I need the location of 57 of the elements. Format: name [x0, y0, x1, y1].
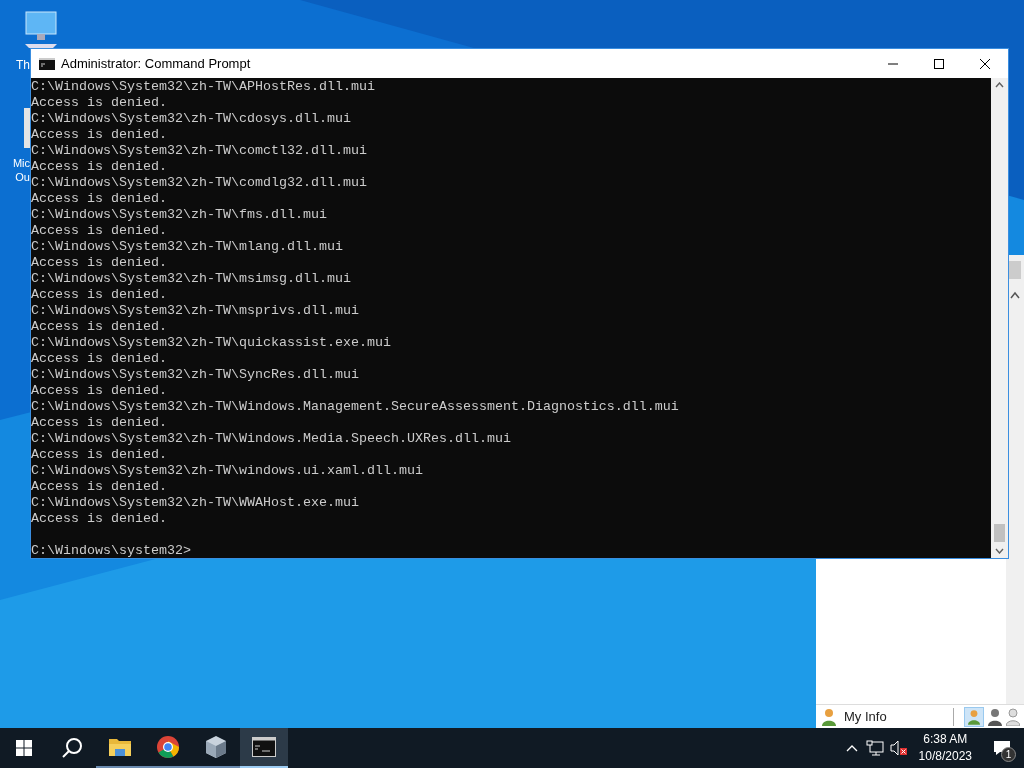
command-prompt[interactable]: C:\Windows\system32>	[31, 543, 191, 558]
scrollbar-thumb[interactable]	[994, 524, 1005, 542]
scrollbar-thumb[interactable]	[1009, 261, 1021, 279]
muted-speaker-icon[interactable]	[889, 740, 908, 756]
console-line: Access is denied.	[31, 159, 167, 175]
console-icon	[39, 57, 55, 70]
console-line: C:\Windows\System32\zh-TW\cdosys.dll.mui	[31, 111, 351, 127]
console-line: C:\Windows\System32\zh-TW\msprivs.dll.mui	[31, 303, 359, 319]
folder-icon	[108, 737, 132, 757]
console-line: C:\Windows\System32\zh-TW\SyncRes.dll.mui	[31, 367, 359, 383]
console-line: C:\Windows\System32\zh-TW\Windows.Management.SecureAssessment.Diagnostics.dll.mui	[31, 399, 679, 415]
console-line: Access is denied.	[31, 415, 167, 431]
chrome-icon	[156, 735, 180, 759]
notifications-button[interactable]: 1	[980, 728, 1024, 768]
clock-time: 6:38 AM	[923, 731, 968, 748]
console-line: C:\Windows\System32\zh-TW\windows.ui.xaml.dll.mui	[31, 463, 423, 479]
console-line: Access is denied.	[31, 319, 167, 335]
window-title: Administrator: Command Prompt	[61, 54, 251, 73]
my-info-label[interactable]: My Info	[844, 706, 887, 727]
person-icon[interactable]	[988, 707, 1002, 726]
console-line: C:\Windows\System32\zh-TW\msimsg.dll.mui	[31, 271, 351, 287]
console-line: C:\Windows\System32\zh-TW\quickassist.exe.mui	[31, 335, 391, 351]
console-line: C:\Windows\System32\zh-TW\comctl32.dll.mui	[31, 143, 367, 159]
console-line: C:\Windows\System32\zh-TW\APHostRes.dll.mui	[31, 79, 375, 95]
clock[interactable]: 6:38 AM 10/8/2023	[910, 731, 980, 765]
console-line: C:\Windows\System32\zh-TW\WWAHost.exe.mui	[31, 495, 359, 511]
clock-date: 10/8/2023	[918, 748, 972, 765]
cube-icon	[205, 735, 227, 759]
console-line: Access is denied.	[31, 511, 167, 527]
console-line: C:\Windows\System32\zh-TW\mlang.dll.mui	[31, 239, 343, 255]
person-icon	[822, 707, 836, 726]
console-line: Access is denied.	[31, 383, 167, 399]
chevron-up-icon[interactable]	[845, 744, 858, 752]
console-icon	[252, 737, 276, 757]
icon-label: Mic Ou	[12, 156, 30, 184]
monitor-icon[interactable]	[23, 10, 59, 50]
console-line: Access is denied.	[31, 191, 167, 207]
taskbar-app-button[interactable]	[240, 728, 288, 768]
network-icon[interactable]	[865, 740, 884, 756]
console-line: Access is denied.	[31, 351, 167, 367]
console-line: C:\Windows\System32\zh-TW\fms.dll.mui	[31, 207, 327, 223]
console-line: Access is denied.	[31, 287, 167, 303]
console-line: Access is denied.	[31, 127, 167, 143]
icon-label: Th	[16, 57, 30, 74]
console-line: Access is denied.	[31, 223, 167, 239]
console-line: C:\Windows\System32\zh-TW\Windows.Media.Speech.UXRes.dll.mui	[31, 431, 511, 447]
notification-badge: 1	[1001, 747, 1016, 762]
console-line: Access is denied.	[31, 255, 167, 271]
close-icon	[980, 58, 990, 69]
maximize-icon	[934, 58, 944, 69]
console-line: Access is denied.	[31, 447, 167, 463]
console-line: C:\Windows\System32\zh-TW\comdlg32.dll.mui	[31, 175, 367, 191]
windows-icon	[16, 740, 32, 756]
search-icon	[61, 737, 83, 759]
console-line: Access is denied.	[31, 95, 167, 111]
console-line: Access is denied.	[31, 479, 167, 495]
online-person-button[interactable]	[964, 706, 984, 727]
